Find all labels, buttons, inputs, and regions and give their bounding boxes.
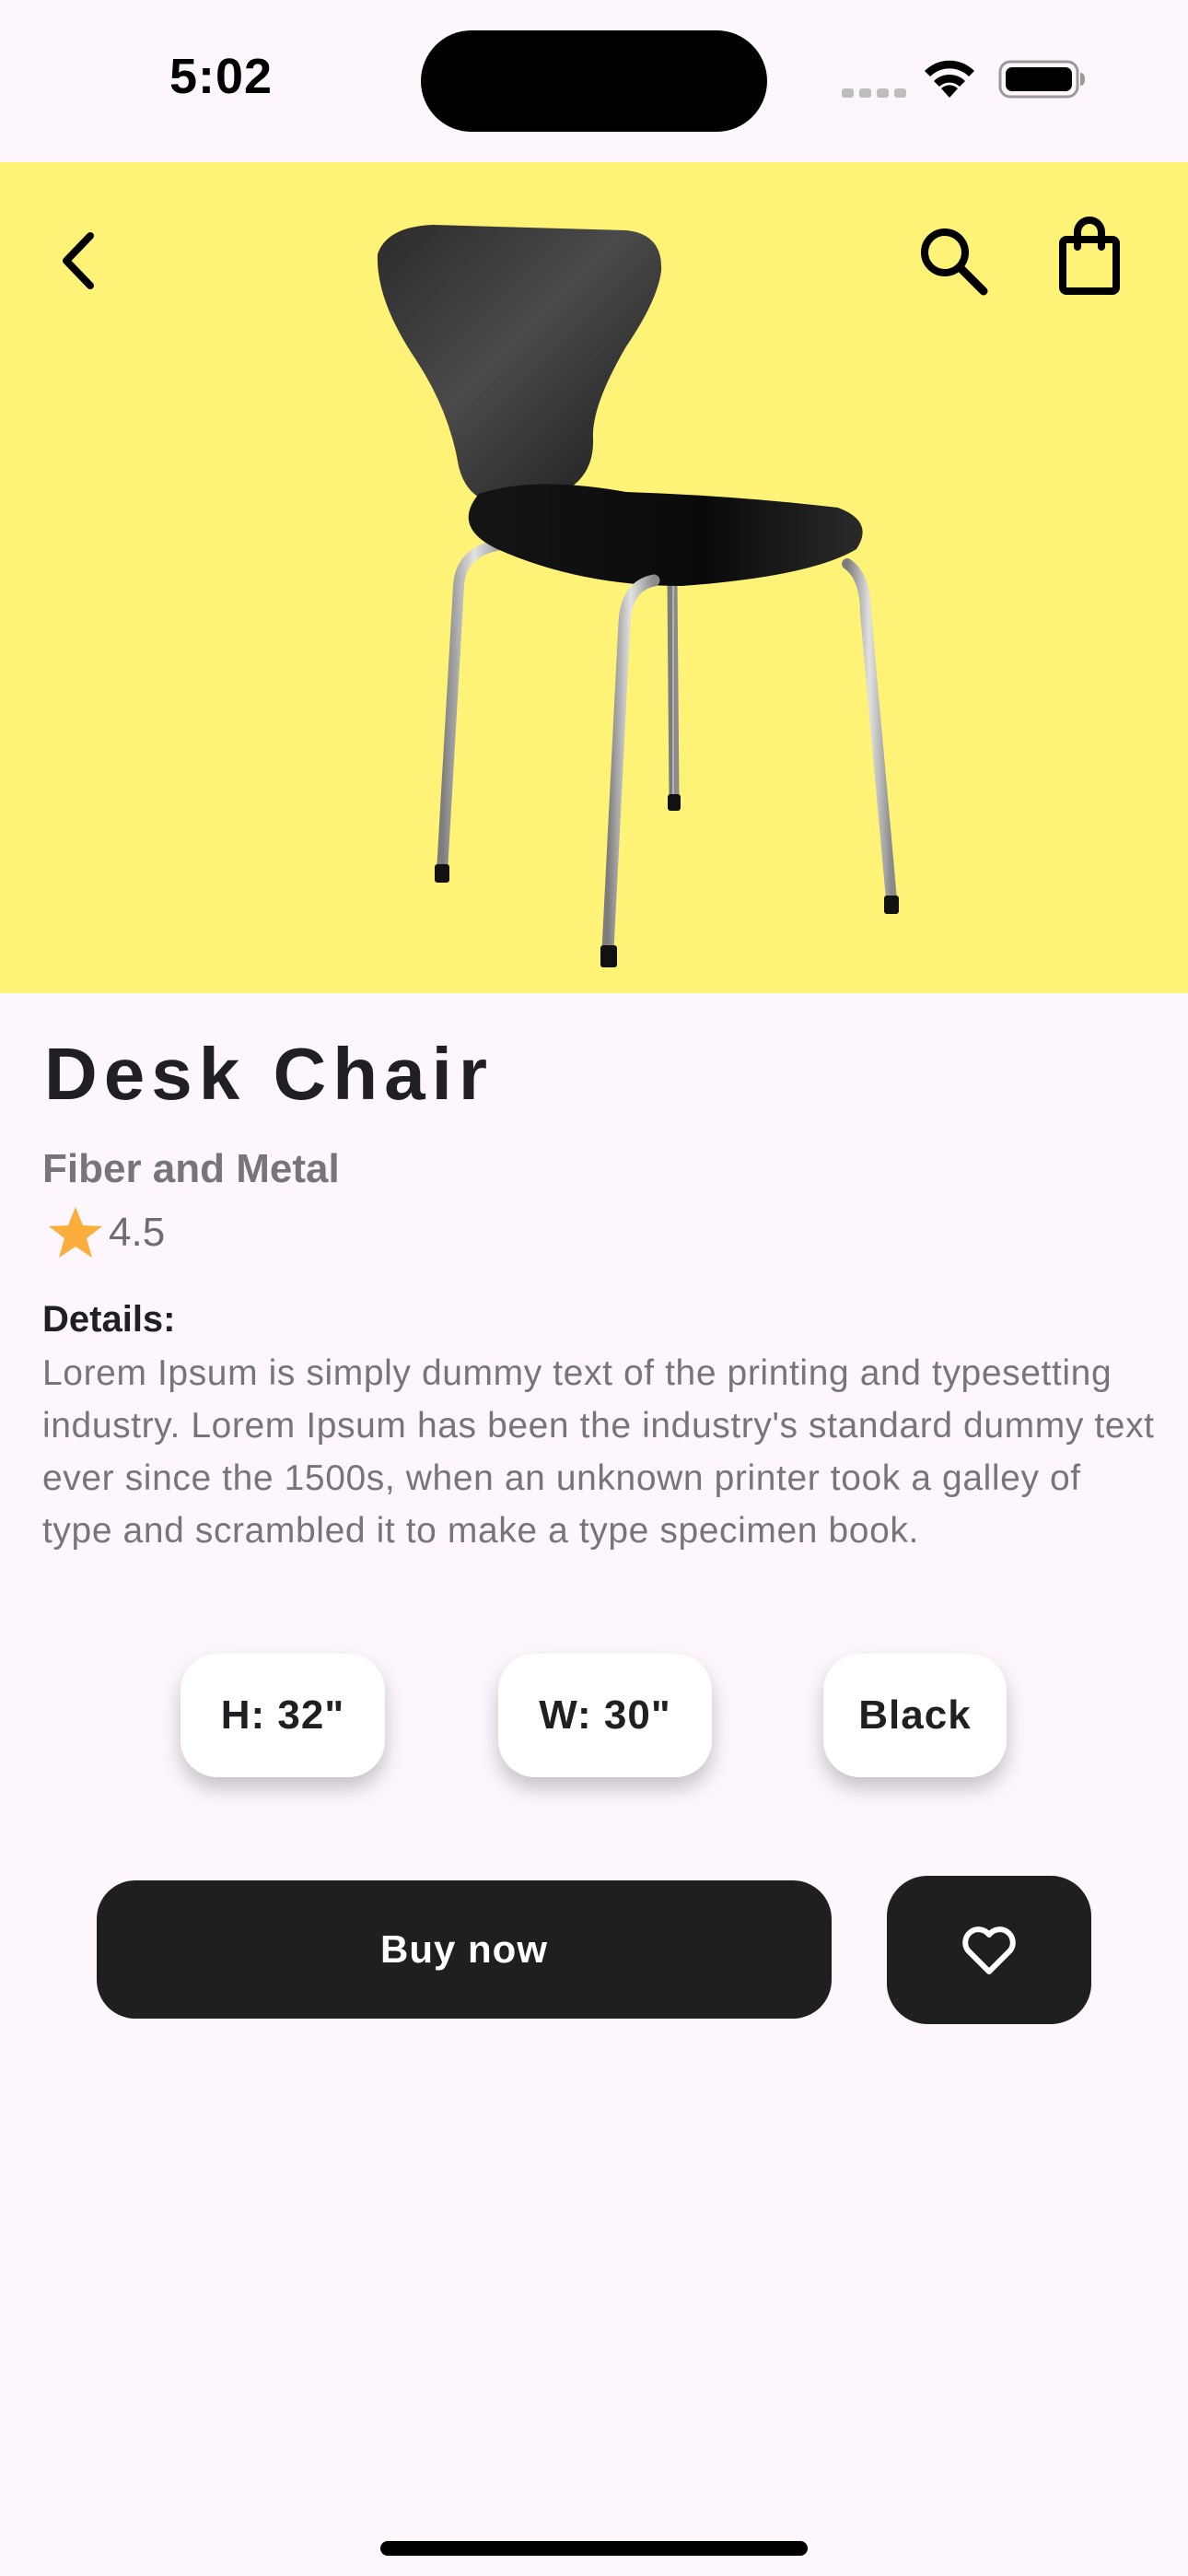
details-description: Lorem Ipsum is simply dummy text of the … — [42, 1353, 1155, 1551]
color-chip[interactable]: Black — [823, 1654, 1007, 1777]
star-icon — [49, 1207, 102, 1258]
rating: 4.5 — [46, 1203, 165, 1262]
status-bar: 5:02 — [0, 0, 1188, 162]
battery-icon — [998, 60, 1085, 99]
home-indicator[interactable] — [380, 2541, 808, 2556]
rating-value: 4.5 — [109, 1210, 166, 1255]
details-heading: Details: — [42, 1299, 176, 1340]
shopping-bag-icon — [1059, 217, 1120, 295]
color-chip-label: Black — [858, 1692, 972, 1738]
width-chip-label: W: 30" — [539, 1692, 671, 1738]
search-button[interactable] — [912, 219, 995, 302]
width-chip[interactable]: W: 30" — [498, 1654, 712, 1777]
back-button[interactable] — [46, 219, 111, 302]
wifi-icon — [925, 60, 974, 98]
product-title: Desk Chair — [44, 1033, 494, 1115]
black-chair-image — [377, 225, 899, 967]
status-time: 5:02 — [169, 49, 274, 104]
shopping-bag-button[interactable] — [1050, 214, 1133, 297]
back-arrow-icon — [63, 232, 94, 289]
dynamic-island — [421, 30, 767, 132]
cellular-signal-icon — [842, 88, 906, 98]
product-subtitle: Fiber and Metal — [42, 1146, 340, 1191]
heart-outline-icon — [962, 1926, 1016, 1974]
height-chip[interactable]: H: 32" — [181, 1654, 385, 1777]
product-hero — [0, 162, 1188, 993]
favorite-button[interactable] — [887, 1876, 1091, 2024]
buy-now-button[interactable]: Buy now — [97, 1880, 832, 2019]
height-chip-label: H: 32" — [220, 1692, 345, 1738]
search-icon — [921, 228, 988, 296]
